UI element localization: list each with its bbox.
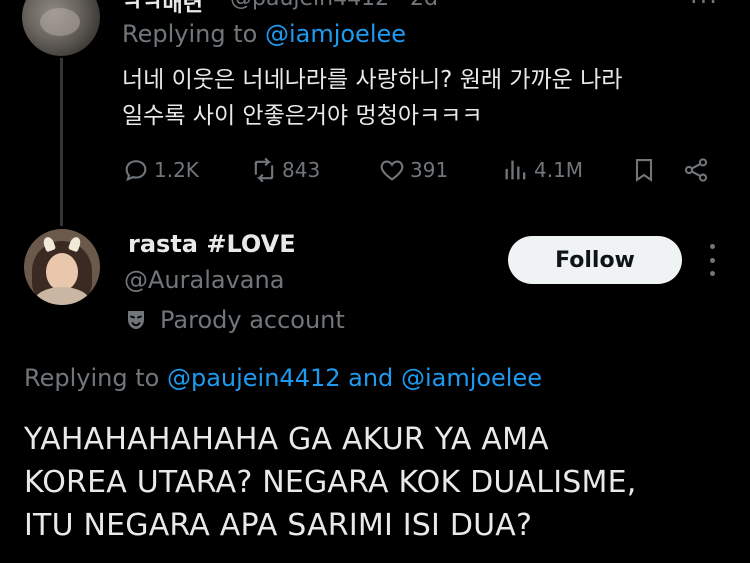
views-button[interactable]: 4.1M (502, 152, 583, 188)
top-tweet-line: 너네 이웃은 너네나라를 사랑하니? 원래 가까운 나라 (122, 67, 623, 93)
share-icon (684, 158, 708, 182)
mention-and: and (348, 364, 394, 392)
action-bar: 1.2K 843 391 4.1M (122, 152, 722, 188)
share-button[interactable] (682, 152, 710, 188)
follow-button[interactable]: Follow (508, 236, 682, 284)
repost-count: 843 (282, 158, 321, 182)
top-replying-to: Replying to @iamjoelee (122, 20, 406, 48)
views-count: 4.1M (534, 158, 584, 182)
reply-author-name[interactable]: rasta #LOVE (128, 230, 296, 258)
replying-prefix: Replying to (24, 364, 160, 392)
thread-connector-line (60, 58, 63, 226)
reply-author-handle[interactable]: @Auralavana (124, 266, 284, 294)
top-tweet-text: 너네 이웃은 너네나라를 사랑하니? 원래 가까운 나라 일수록 사이 안좋은거… (122, 62, 722, 134)
like-button[interactable]: 391 (378, 152, 448, 188)
mention-link[interactable]: @iamjoelee (265, 20, 406, 48)
reply-replying-to: Replying to @paujein4412 and @iamjoelee (24, 364, 542, 392)
top-author-name[interactable]: ㅋㅋ매련 (122, 0, 203, 18)
mention-link[interactable]: @paujein4412 (167, 364, 341, 392)
reply-tweet-line: YAHAHAHAHAHA GA AKUR YA AMA (24, 422, 549, 457)
views-icon (505, 160, 526, 180)
reply-tweet-text: YAHAHAHAHAHA GA AKUR YA AMA KOREA UTARA?… (24, 418, 734, 547)
repost-icon (254, 157, 274, 183)
reply-tweet-line: ITU NEGARA APA SARIMI ISI DUA? (24, 508, 533, 543)
reply-button[interactable]: 1.2K (122, 152, 199, 188)
more-dot (709, 271, 715, 276)
like-count: 391 (410, 158, 449, 182)
parody-label: Parody account (160, 306, 345, 334)
replying-prefix: Replying to (122, 20, 258, 48)
reply-tweet-line: KOREA UTARA? NEGARA KOK DUALISME, (24, 465, 637, 500)
more-icon[interactable] (700, 244, 724, 276)
reply-author-avatar[interactable] (24, 229, 100, 305)
mention-link[interactable]: @iamjoelee (401, 364, 542, 392)
top-tweet-line: 일수록 사이 안좋은거야 멍청아ㅋㅋㅋ (122, 103, 483, 129)
more-dot (709, 244, 715, 249)
more-dot (709, 257, 715, 263)
bookmark-icon (635, 159, 653, 182)
top-author-handle[interactable]: @paujein4412 · 2d (230, 0, 438, 11)
top-author-avatar[interactable] (22, 0, 100, 56)
avatar-face (46, 253, 78, 291)
parody-badge: Parody account (124, 306, 345, 334)
top-more-icon[interactable]: ··· (690, 0, 719, 16)
reply-count: 1.2K (154, 158, 199, 182)
reply-icon (125, 160, 147, 182)
repost-button[interactable]: 843 (250, 152, 320, 188)
like-icon (380, 160, 404, 181)
bookmark-button[interactable] (630, 152, 658, 188)
parody-mask-icon (128, 311, 144, 329)
